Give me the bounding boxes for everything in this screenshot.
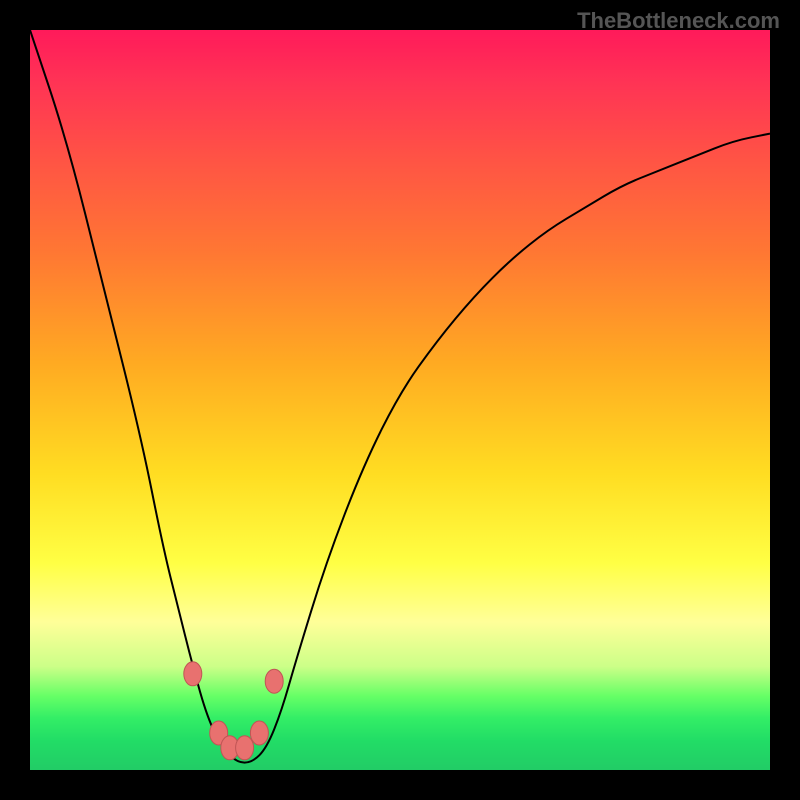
data-marker — [265, 669, 283, 693]
data-markers — [184, 662, 283, 760]
data-marker — [250, 721, 268, 745]
watermark-text: TheBottleneck.com — [577, 8, 780, 34]
chart-svg — [30, 30, 770, 770]
data-marker — [184, 662, 202, 686]
data-marker — [236, 736, 254, 760]
bottleneck-curve — [30, 30, 770, 763]
chart-container — [30, 30, 770, 770]
